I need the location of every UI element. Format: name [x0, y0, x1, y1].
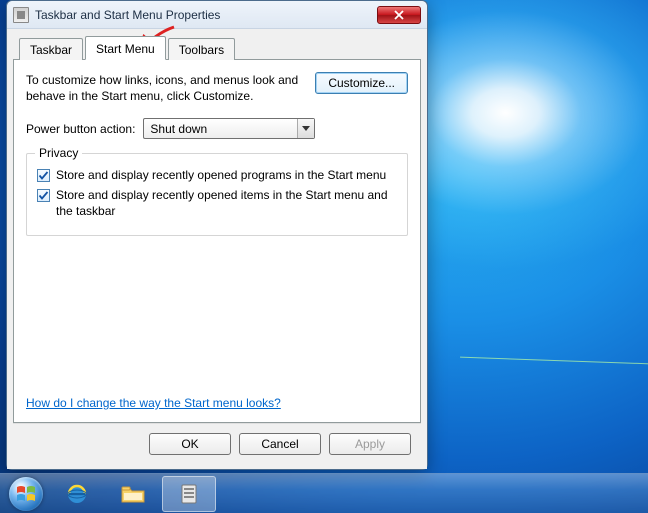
- chevron-down-icon: [297, 119, 314, 138]
- titlebar[interactable]: Taskbar and Start Menu Properties: [7, 1, 427, 29]
- tab-taskbar[interactable]: Taskbar: [19, 38, 83, 60]
- window-body: Taskbar Start Menu Toolbars To customize…: [7, 29, 427, 469]
- privacy-programs-checkbox[interactable]: [37, 169, 50, 182]
- ok-button[interactable]: OK: [149, 433, 231, 455]
- desktop-background: Taskbar and Start Menu Properties Taskba…: [0, 0, 648, 513]
- close-icon: [394, 10, 404, 20]
- privacy-items-checkbox[interactable]: [37, 189, 50, 202]
- taskbar-item-explorer[interactable]: [106, 476, 160, 512]
- windows-logo-icon: [16, 484, 36, 504]
- privacy-items-label[interactable]: Store and display recently opened items …: [56, 188, 397, 219]
- window-icon: [13, 7, 29, 23]
- power-button-combo[interactable]: Shut down: [143, 118, 315, 139]
- start-button[interactable]: [4, 475, 48, 513]
- check-icon: [38, 170, 49, 181]
- privacy-group: Privacy Store and display recently opene…: [26, 153, 408, 236]
- power-button-value: Shut down: [143, 118, 315, 139]
- ie-icon: [63, 482, 91, 506]
- folder-icon: [119, 482, 147, 506]
- check-icon: [38, 190, 49, 201]
- apply-button[interactable]: Apply: [329, 433, 411, 455]
- tab-strip: Taskbar Start Menu Toolbars: [13, 35, 421, 59]
- privacy-programs-label[interactable]: Store and display recently opened progra…: [56, 168, 386, 184]
- help-link[interactable]: How do I change the way the Start menu l…: [26, 396, 408, 410]
- power-button-label: Power button action:: [26, 122, 135, 136]
- taskbar-item-ie[interactable]: [50, 476, 104, 512]
- intro-text: To customize how links, icons, and menus…: [26, 72, 307, 104]
- customize-button[interactable]: Customize...: [315, 72, 408, 94]
- dialog-button-row: OK Cancel Apply: [13, 423, 421, 463]
- tab-start-menu[interactable]: Start Menu: [85, 36, 166, 60]
- window-title: Taskbar and Start Menu Properties: [35, 8, 377, 22]
- taskbar-item-properties[interactable]: [162, 476, 216, 512]
- taskbar: [0, 473, 648, 513]
- cancel-button[interactable]: Cancel: [239, 433, 321, 455]
- tab-page-start-menu: To customize how links, icons, and menus…: [13, 59, 421, 423]
- properties-icon: [175, 482, 203, 506]
- properties-window: Taskbar and Start Menu Properties Taskba…: [6, 0, 428, 470]
- privacy-legend: Privacy: [35, 146, 82, 160]
- wallpaper-flare: [460, 357, 648, 365]
- close-button[interactable]: [377, 6, 421, 24]
- tab-toolbars[interactable]: Toolbars: [168, 38, 235, 60]
